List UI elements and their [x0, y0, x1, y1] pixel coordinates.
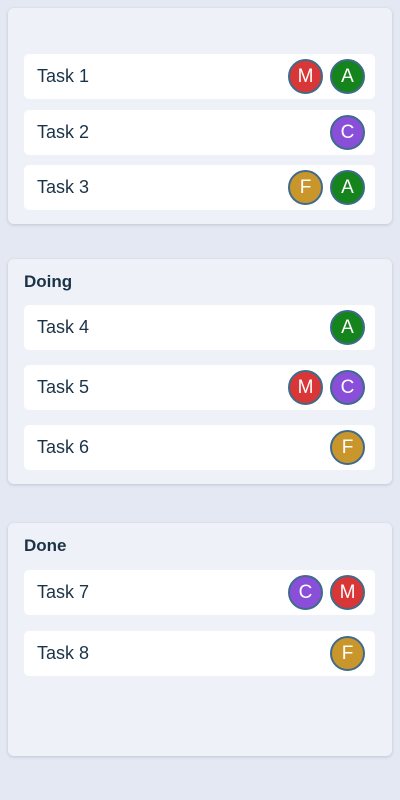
assignee-avatar[interactable]: C	[330, 370, 365, 405]
task-card[interactable]: Task 4 A	[24, 305, 375, 350]
assignee-avatar[interactable]: C	[288, 575, 323, 610]
assignee-avatar[interactable]: F	[288, 170, 323, 205]
assignee-avatar[interactable]: C	[330, 115, 365, 150]
task-card[interactable]: Task 1 A M	[24, 54, 375, 99]
task-card[interactable]: Task 8 F	[24, 631, 375, 676]
assignee-avatar[interactable]: M	[288, 370, 323, 405]
task-title: Task 1	[37, 66, 90, 86]
column-title: Doing	[24, 272, 73, 291]
task-title: Task 3	[37, 177, 90, 197]
assignee-avatar[interactable]: F	[330, 430, 365, 465]
task-card[interactable]: Task 7 M C	[24, 570, 375, 615]
task-title: Task 5	[37, 377, 90, 397]
task-card[interactable]: Task 3 A F	[24, 165, 375, 210]
assignee-avatar[interactable]: A	[330, 59, 365, 94]
assignee-avatar[interactable]: A	[330, 170, 365, 205]
task-title: Task 2	[37, 122, 90, 142]
board-column-doing: Doing Task 4 A Task 5 C M Task 6 F	[8, 259, 392, 484]
assignee-list: C	[330, 115, 365, 150]
assignee-list: A	[330, 310, 365, 345]
assignee-list: C M	[288, 370, 365, 405]
assignee-list: A F	[288, 170, 365, 205]
assignee-list: F	[330, 430, 365, 465]
task-title: Task 8	[37, 643, 90, 663]
assignee-avatar[interactable]: F	[330, 636, 365, 671]
task-card[interactable]: Task 2 C	[24, 110, 375, 155]
assignee-list: F	[330, 636, 365, 671]
column-title: Done	[24, 536, 67, 555]
task-title: Task 7	[37, 582, 90, 602]
assignee-avatar[interactable]: M	[288, 59, 323, 94]
board-column-todo: Task 1 A M Task 2 C Task 3 A F	[8, 8, 392, 224]
task-card[interactable]: Task 5 C M	[24, 365, 375, 410]
assignee-avatar[interactable]: A	[330, 310, 365, 345]
task-title: Task 4	[37, 317, 90, 337]
assignee-list: A M	[288, 59, 365, 94]
task-card[interactable]: Task 6 F	[24, 425, 375, 470]
task-title: Task 6	[37, 437, 90, 457]
assignee-avatar[interactable]: M	[330, 575, 365, 610]
assignee-list: M C	[288, 575, 365, 610]
board-column-done: Done Task 7 M C Task 8 F	[8, 523, 392, 756]
